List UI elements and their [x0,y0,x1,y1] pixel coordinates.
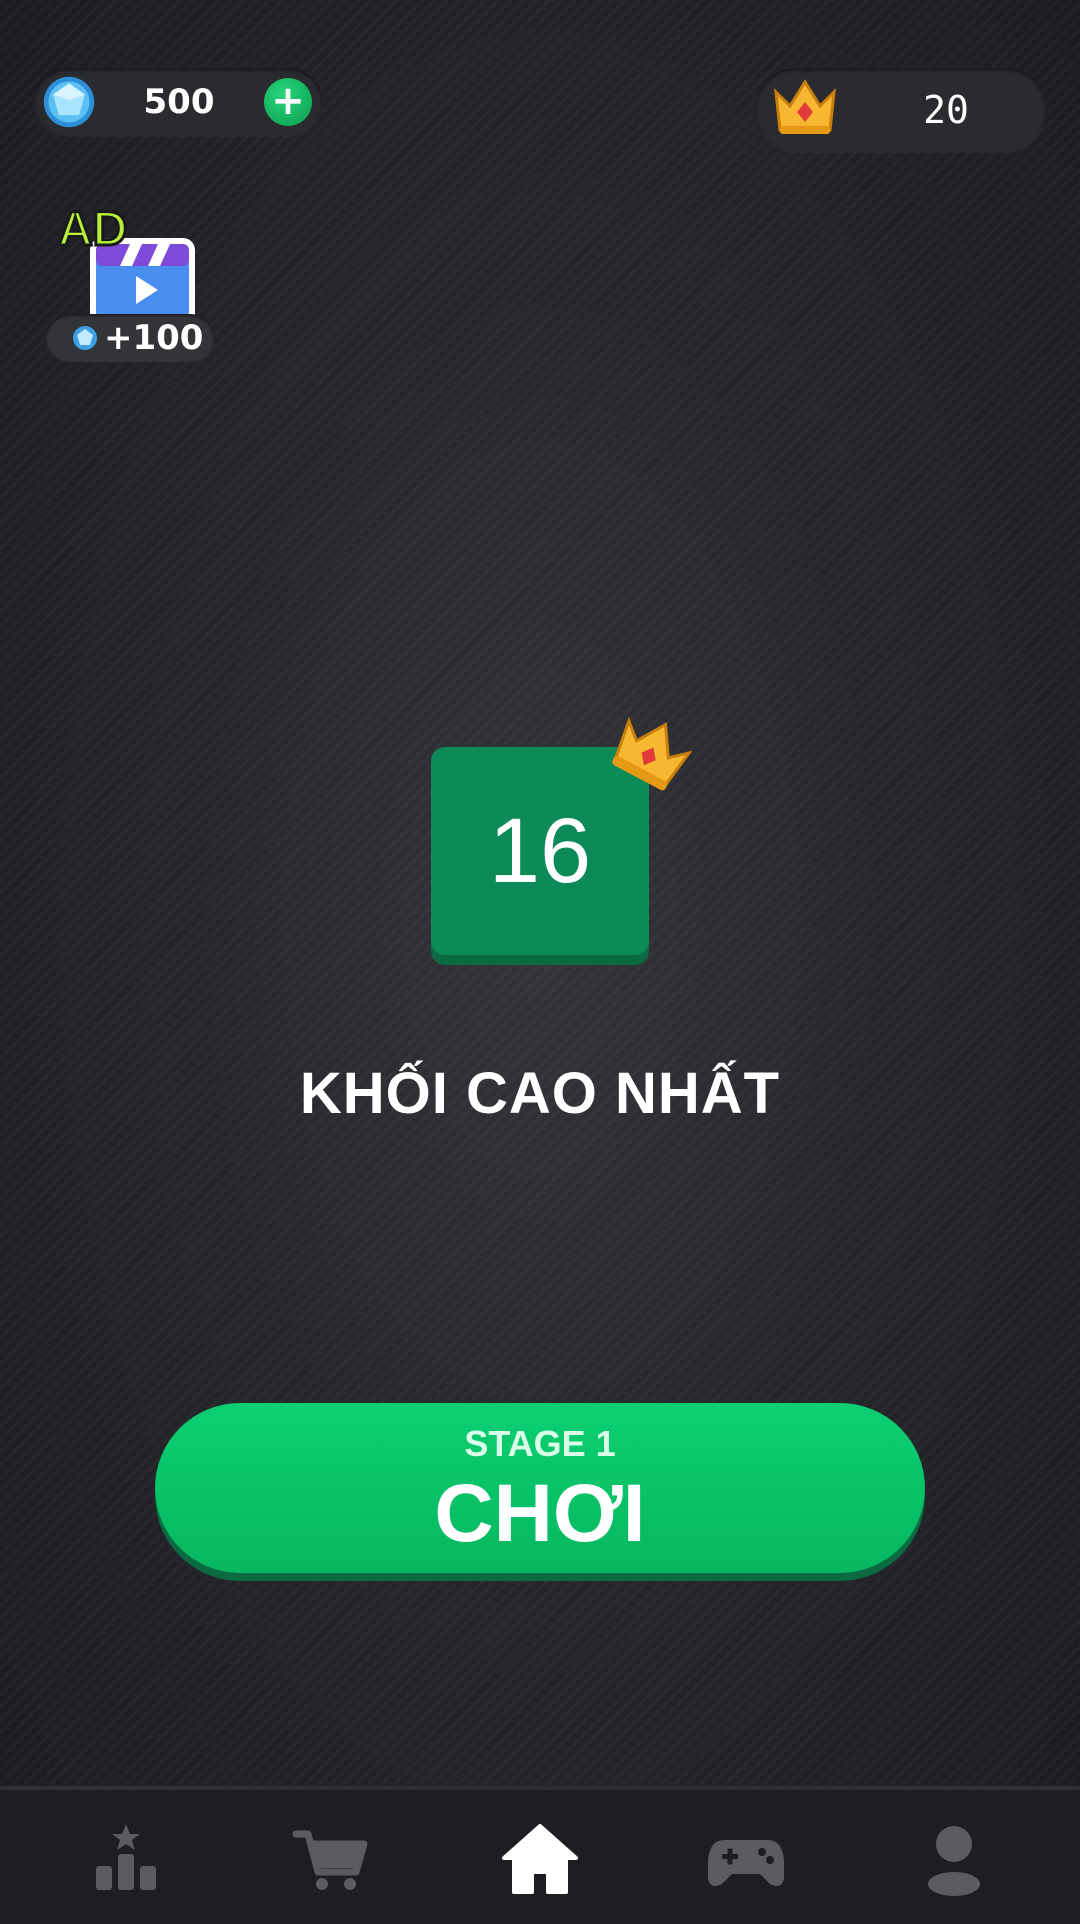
play-button[interactable]: STAGE 1 CHƠI [155,1403,925,1573]
stage-label: STAGE 1 [464,1423,616,1464]
bottom-nav [0,1786,1080,1924]
ad-reward-amount: +100 [104,318,204,358]
highest-block-tile: 16 [431,716,693,965]
crown-count: 20 [923,88,969,132]
nav-leaderboard[interactable] [86,1820,166,1900]
gem-icon [73,326,97,350]
nav-games[interactable] [706,1820,786,1900]
ad-badge: AD [56,202,128,258]
nav-home[interactable] [500,1820,580,1900]
home-icon [502,1824,578,1894]
highest-block-label: KHỐI CAO NHẤT [299,1061,781,1126]
gem-counter: 500 + [34,68,322,136]
gem-icon [43,76,95,128]
leaderboard-icon [96,1824,156,1890]
crown-counter: 20 [756,68,1046,152]
nav-profile[interactable] [914,1820,994,1900]
gamepad-icon [708,1840,784,1886]
ad-reward-badge: +100 [46,314,214,362]
crown-icon [612,716,693,791]
crown-icon [774,79,836,134]
gem-count: 500 [143,82,215,122]
cart-icon [292,1830,368,1890]
add-gems-button[interactable]: + [264,78,312,126]
play-label: CHƠI [434,1468,646,1559]
watch-ad-button[interactable]: AD +100 [46,200,216,365]
nav-shop[interactable] [292,1820,372,1900]
profile-icon [928,1826,980,1896]
